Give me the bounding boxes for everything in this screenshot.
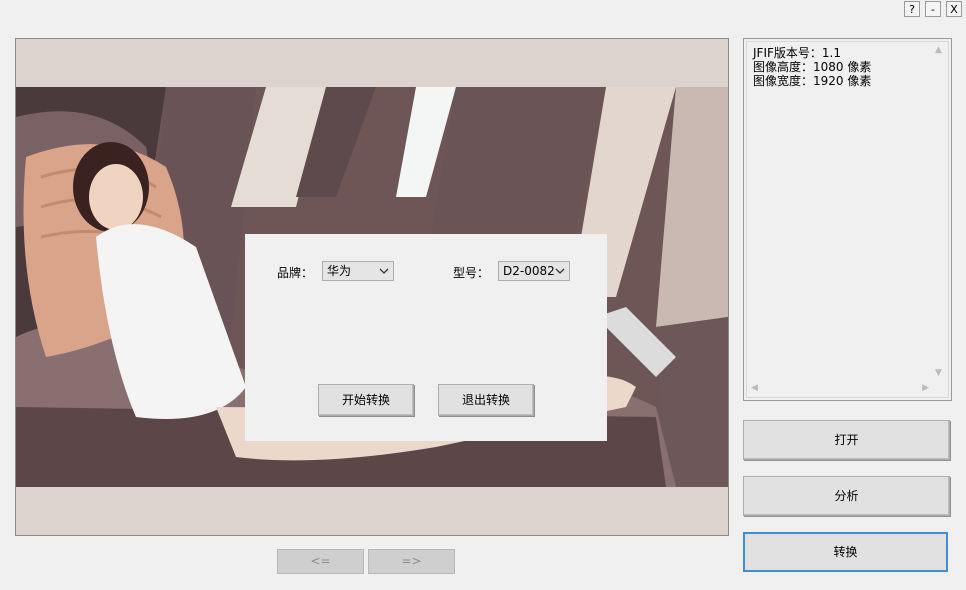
vertical-scrollbar[interactable]: ▲ ▼: [931, 42, 948, 380]
info-lines: JFIF版本号：1.1 图像高度：1080 像素 图像宽度：1920 像素: [753, 46, 871, 88]
brand-label: 品牌：: [277, 266, 314, 280]
info-line-height: 图像高度：1080 像素: [753, 60, 872, 74]
scroll-down-icon[interactable]: ▼: [935, 368, 942, 378]
open-button[interactable]: 打开: [743, 420, 950, 460]
minimize-button[interactable]: -: [925, 1, 941, 17]
close-button[interactable]: X: [946, 1, 962, 17]
chevron-down-icon: [379, 268, 389, 274]
model-label: 型号：: [453, 266, 490, 280]
prev-image-button[interactable]: <=: [277, 549, 364, 574]
info-line-width: 图像宽度：1920 像素: [753, 74, 872, 88]
start-convert-button[interactable]: 开始转换: [318, 384, 414, 416]
horizontal-scrollbar[interactable]: ◀ ▶: [747, 380, 931, 397]
help-button[interactable]: ?: [904, 1, 920, 17]
model-select-value: D2-0082: [503, 264, 555, 278]
scroll-right-icon[interactable]: ▶: [922, 383, 929, 393]
analyze-button[interactable]: 分析: [743, 476, 950, 516]
convert-dialog: 品牌： 华为 型号： D2-0082 开始转换 退出转换: [245, 234, 607, 441]
exit-convert-button[interactable]: 退出转换: [438, 384, 534, 416]
next-image-button[interactable]: =>: [368, 549, 455, 574]
image-viewer: 品牌： 华为 型号： D2-0082 开始转换 退出转换: [15, 38, 729, 536]
brand-select[interactable]: 华为: [322, 261, 394, 281]
chevron-down-icon: [555, 268, 565, 274]
scroll-up-icon[interactable]: ▲: [935, 45, 942, 55]
image-info-panel: JFIF版本号：1.1 图像高度：1080 像素 图像宽度：1920 像素 ▲ ▼ …: [743, 38, 952, 401]
info-line-jfif: JFIF版本号：1.1: [753, 46, 841, 60]
convert-button[interactable]: 转换: [743, 532, 948, 572]
scroll-left-icon[interactable]: ◀: [751, 383, 758, 393]
info-textarea[interactable]: JFIF版本号：1.1 图像高度：1080 像素 图像宽度：1920 像素: [746, 41, 949, 398]
brand-select-value: 华为: [327, 264, 352, 278]
model-select[interactable]: D2-0082: [498, 261, 570, 281]
